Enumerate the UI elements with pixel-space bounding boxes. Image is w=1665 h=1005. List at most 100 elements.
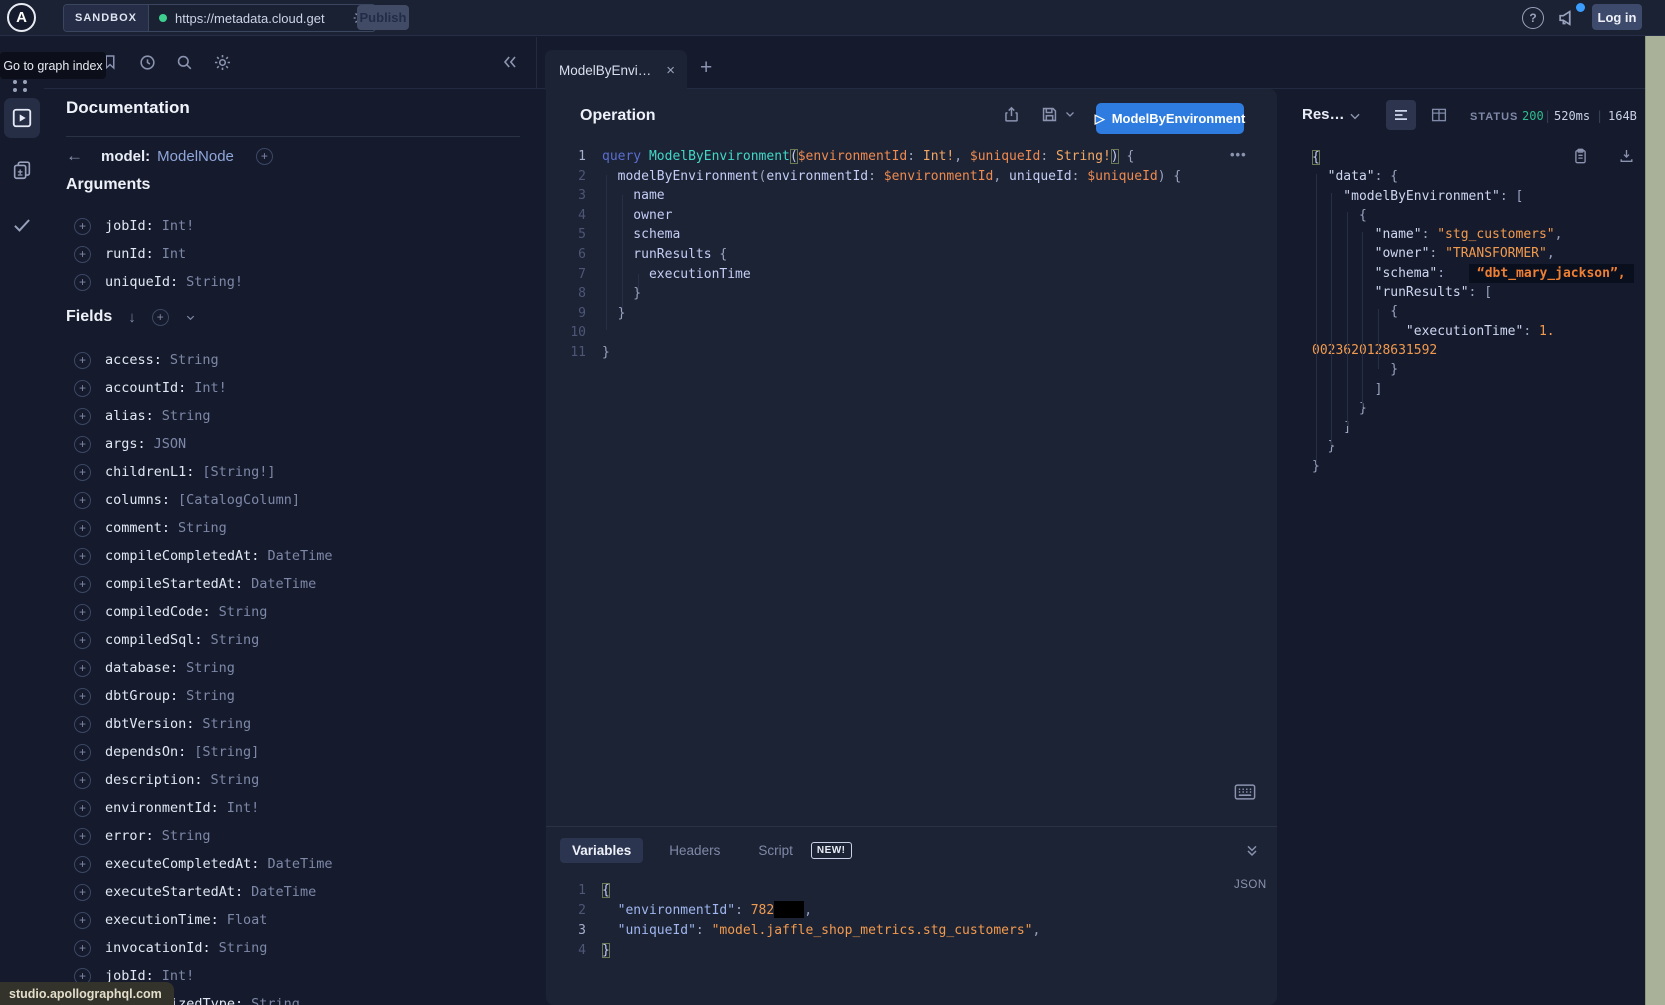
argument-row[interactable]: + jobId: Int! [66,212,522,240]
sidebar-item-checks[interactable] [4,205,40,245]
docs-panel-title: Documentation [66,98,190,118]
add-field-to-query-button[interactable]: + [74,436,91,453]
add-field-to-query-button[interactable]: + [74,492,91,509]
add-field-to-query-button[interactable]: + [74,716,91,733]
add-field-to-query-button[interactable]: + [74,520,91,537]
field-type: String [170,352,219,368]
argument-row[interactable]: + uniqueId: String! [66,268,522,296]
tab-model-by-environment[interactable]: ModelByEnvi… × [545,50,687,90]
collapse-variables-chevrons-icon[interactable] [1244,841,1264,861]
add-field-to-query-button[interactable]: + [74,660,91,677]
new-tab-button[interactable]: + [700,56,712,80]
response-format-table-button[interactable] [1424,100,1454,130]
save-chevron-down-icon[interactable] [1064,102,1080,126]
field-row[interactable]: + compileCompletedAt: DateTime [66,542,522,570]
add-field-to-query-button[interactable]: + [74,408,91,425]
field-row[interactable]: + error: String [66,822,522,850]
add-field-to-query-button[interactable]: + [74,604,91,621]
graph-index-dots-icon [13,80,17,84]
add-field-to-query-button[interactable]: + [74,688,91,705]
help-icon[interactable]: ? [1522,7,1544,29]
sort-fields-arrow-icon[interactable]: ↓ [128,309,136,326]
tab-script[interactable]: Script [746,838,797,863]
run-button-label: ModelByEnvironment [1112,111,1246,126]
add-field-to-query-button[interactable]: + [74,884,91,901]
tab-variables[interactable]: Variables [560,838,643,863]
indent-guide [1362,232,1363,407]
field-name: error: [105,828,154,844]
operation-code-editor[interactable]: 1query ModelByEnvironment($environmentId… [546,147,1236,363]
field-row[interactable]: + accountId: Int! [66,374,522,402]
field-row[interactable]: + compiledCode: String [66,598,522,626]
add-field-to-query-button[interactable]: + [74,940,91,957]
field-name: dbtVersion: [105,716,194,732]
chevron-down-icon[interactable] [185,312,196,323]
field-row[interactable]: + executionTime: Float [66,906,522,934]
sidebar-item-schema[interactable] [4,150,40,190]
response-json-viewer[interactable]: { "data": { "modelByEnvironment": [ { "n… [1290,148,1645,476]
field-row[interactable]: + invocationId: String [66,934,522,962]
add-field-to-query-button[interactable]: + [74,800,91,817]
explorer-settings-gear-icon[interactable] [213,52,233,72]
add-argument-button[interactable]: + [74,274,91,291]
tab-headers[interactable]: Headers [657,838,732,863]
field-row[interactable]: + dbtVersion: String [66,710,522,738]
indent-guide [1347,212,1348,426]
status-bar-url: studio.apollographql.com [9,987,162,1001]
field-name: dbtGroup: [105,688,178,704]
breadcrumb-type-link[interactable]: ModelNode [157,148,234,165]
response-chevron-down-icon[interactable] [1348,107,1366,125]
add-field-to-query-button[interactable]: + [74,464,91,481]
keyboard-shortcuts-icon[interactable] [1234,783,1256,801]
field-row[interactable]: + dbtGroup: String [66,682,522,710]
field-row[interactable]: + comment: String [66,514,522,542]
apollo-logo-icon[interactable]: A [7,3,36,32]
field-row[interactable]: + columns: [CatalogColumn] [66,486,522,514]
add-field-to-query-button[interactable]: + [74,632,91,649]
save-icon[interactable] [1040,102,1064,126]
run-operation-button[interactable]: ▷ ModelByEnvironment [1096,103,1244,134]
field-row[interactable]: + args: JSON [66,430,522,458]
field-row[interactable]: + compileStartedAt: DateTime [66,570,522,598]
search-icon[interactable] [175,52,195,72]
field-type: [CatalogColumn] [178,492,300,508]
add-field-to-query-button[interactable]: + [74,828,91,845]
add-field-to-query-button[interactable]: + [74,548,91,565]
field-row[interactable]: + access: String [66,346,522,374]
login-button[interactable]: Log in [1592,4,1642,30]
collapse-docs-chevrons-icon[interactable] [500,51,522,73]
endpoint-url-input[interactable] [175,5,345,31]
field-row[interactable]: + database: String [66,654,522,682]
response-panel-title: Res… [1302,106,1345,123]
field-name: columns: [105,492,170,508]
add-argument-button[interactable]: + [74,218,91,235]
add-field-to-query-button[interactable]: + [74,744,91,761]
field-row[interactable]: + compiledSql: String [66,626,522,654]
back-arrow-icon[interactable]: ← [66,146,83,166]
add-all-fields-button[interactable]: + [152,309,169,326]
add-field-button[interactable]: + [256,148,273,165]
add-field-to-query-button[interactable]: + [74,576,91,593]
add-field-to-query-button[interactable]: + [74,912,91,929]
field-row[interactable]: + alias: String [66,402,522,430]
add-field-to-query-button[interactable]: + [74,856,91,873]
field-row[interactable]: + childrenL1: [String!] [66,458,522,486]
publish-button[interactable]: Publish [357,5,409,30]
response-format-tree-button[interactable] [1386,100,1416,130]
field-row[interactable]: + executeCompletedAt: DateTime [66,850,522,878]
history-icon[interactable] [138,52,158,72]
add-field-to-query-button[interactable]: + [74,352,91,369]
add-argument-button[interactable]: + [74,246,91,263]
variables-code-editor[interactable]: 1{2 "environmentId": 782,3 "uniqueId": "… [546,881,1236,961]
sidebar-item-explorer[interactable] [4,98,40,138]
field-row[interactable]: + dependsOn: [String] [66,738,522,766]
add-field-to-query-button[interactable]: + [74,380,91,397]
argument-type: String! [186,274,243,290]
add-field-to-query-button[interactable]: + [74,772,91,789]
field-row[interactable]: + environmentId: Int! [66,794,522,822]
argument-row[interactable]: + runId: Int [66,240,522,268]
field-row[interactable]: + executeStartedAt: DateTime [66,878,522,906]
field-row[interactable]: + description: String [66,766,522,794]
share-icon[interactable] [1002,102,1026,126]
close-tab-icon[interactable]: × [666,62,675,79]
